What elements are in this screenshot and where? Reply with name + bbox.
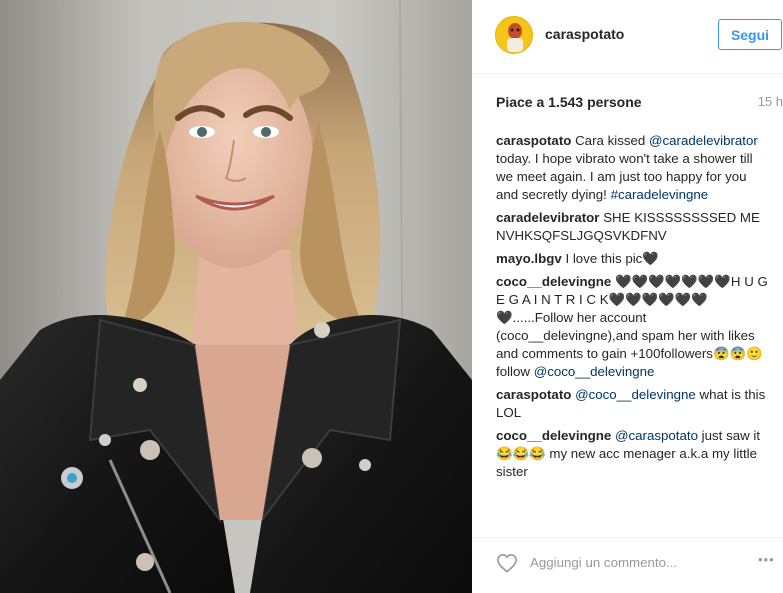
follow-button[interactable]: Segui [718,19,782,50]
post-author-username[interactable]: caraspotato [545,26,624,42]
comment-input[interactable] [530,553,740,571]
comment-bar: ••• [472,537,783,593]
post-photo[interactable] [0,0,472,593]
comment-item: mayo.lbgv I love this pic🖤 [496,250,771,268]
comment-mention-link[interactable]: #caradelevingne [611,187,709,202]
comment-username[interactable]: coco__delevingne [496,428,611,443]
comment-mention-link[interactable]: @caradelevibrator [649,133,758,148]
comment-item: coco__delevingne 🖤🖤🖤🖤🖤🖤🖤H U G E G A I N … [496,273,771,381]
comment-username[interactable]: caraspotato [496,387,571,402]
post-header: caraspotato Segui [472,0,783,74]
post-timestamp[interactable]: 15 h [758,94,783,109]
comment-username[interactable]: caradelevibrator [496,210,599,225]
avatar-icon [496,17,532,53]
comment-mention-link[interactable]: @coco__delevingne [575,387,696,402]
comment-text: Cara kissed [575,133,649,148]
avatar[interactable] [495,16,533,54]
comment-username[interactable]: mayo.lbgv [496,251,562,266]
comment-mention-link[interactable]: @coco__delevingne [534,364,655,379]
heart-icon[interactable] [496,553,518,573]
post-details-panel: caraspotato Segui Piace a 1.543 persone … [472,0,783,593]
comment-item: caraspotato @coco__delevingne what is th… [496,386,771,422]
likes-row: Piace a 1.543 persone 15 h [496,94,783,114]
comment-item: caraspotato Cara kissed @caradelevibrato… [496,132,771,204]
comment-username[interactable]: caraspotato [496,133,571,148]
comment-text: I love this pic🖤 [565,251,659,266]
likes-count[interactable]: Piace a 1.543 persone [496,94,642,110]
post-photo-illustration [0,0,472,593]
comment-item: coco__delevingne @caraspotato just saw i… [496,427,771,481]
comments-list: caraspotato Cara kissed @caradelevibrato… [496,132,771,486]
comment-item: caradelevibrator SHE KISSSSSSSSED ME NVH… [496,209,771,245]
comment-mention-link[interactable]: @caraspotato [615,428,698,443]
more-options-icon[interactable]: ••• [758,552,775,567]
comment-username[interactable]: coco__delevingne [496,274,611,289]
